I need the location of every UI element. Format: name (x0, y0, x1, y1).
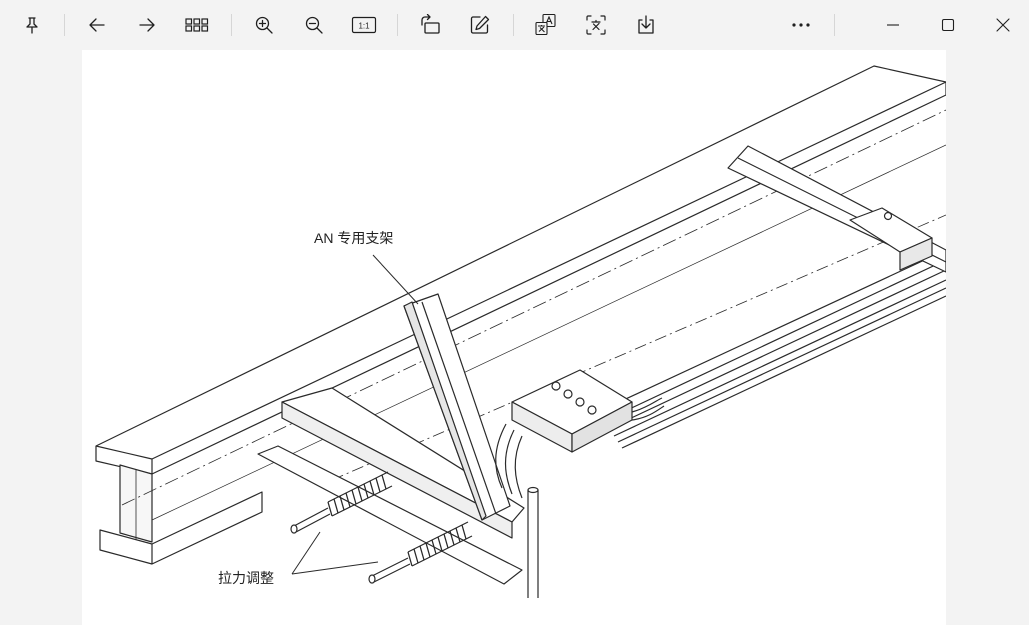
pin-button[interactable] (14, 7, 50, 43)
translate-icon (535, 13, 556, 36)
save-button[interactable] (628, 7, 664, 43)
close-button[interactable] (985, 7, 1021, 43)
toolbar-separator (64, 14, 65, 36)
maximize-icon (941, 18, 955, 32)
toolbar-separator (513, 14, 514, 36)
actual-size-label: 1:1 (358, 22, 370, 31)
maximize-button[interactable] (930, 7, 966, 43)
translate-button[interactable] (528, 7, 564, 43)
toolbar-separator (834, 14, 835, 36)
next-button[interactable] (129, 7, 165, 43)
rotate-button[interactable] (412, 7, 448, 43)
technical-drawing: AN 专用支架 拉力调整 (95, 65, 946, 598)
rotate-icon (421, 14, 440, 34)
more-icon (792, 23, 810, 27)
label-an-bracket: AN 专用支架 (314, 230, 393, 246)
ocr-button[interactable] (578, 7, 614, 43)
drawing-linework (95, 65, 946, 598)
edit-button[interactable] (462, 7, 498, 43)
close-icon (996, 18, 1010, 32)
toolbar-separator (231, 14, 232, 36)
toolbar-separator (397, 14, 398, 36)
previous-button[interactable] (79, 7, 115, 43)
edit-icon (470, 15, 490, 34)
zoom-in-button[interactable] (246, 7, 282, 43)
label-tension-adjust: 拉力调整 (218, 570, 274, 586)
zoom-out-icon (305, 16, 323, 34)
image-viewer-window: 1:1 AN 专用支架 拉力调整 (0, 0, 1029, 625)
actual-size-button[interactable]: 1:1 (346, 7, 382, 43)
grid-icon (185, 18, 209, 32)
pin-icon (26, 17, 38, 34)
save-icon (638, 15, 654, 34)
minimize-button[interactable] (875, 7, 911, 43)
toolbar: 1:1 (0, 0, 1029, 50)
arrow-right-icon (139, 18, 155, 32)
actual-size-icon: 1:1 (351, 16, 377, 34)
ocr-icon (586, 15, 606, 35)
image-canvas[interactable]: AN 专用支架 拉力调整 (82, 50, 946, 625)
arrow-left-icon (89, 18, 105, 32)
more-options-button[interactable] (783, 7, 819, 43)
zoom-in-icon (255, 16, 273, 34)
minimize-icon (887, 24, 899, 26)
image-viewport[interactable]: AN 专用支架 拉力调整 (0, 50, 1029, 625)
gallery-button[interactable] (179, 7, 215, 43)
zoom-out-button[interactable] (296, 7, 332, 43)
